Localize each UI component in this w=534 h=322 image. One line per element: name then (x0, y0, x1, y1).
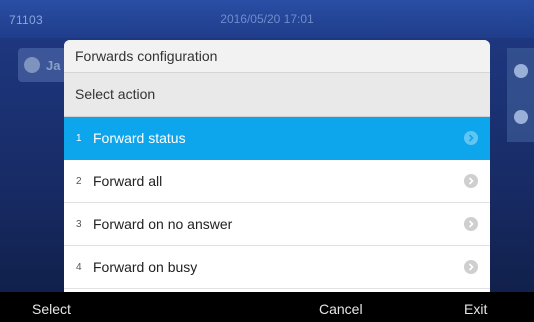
exit-softkey[interactable]: Exit (464, 301, 487, 317)
menu-item-label: Forward all (93, 173, 163, 189)
menu-item-forward-status[interactable]: 1 Forward status (64, 117, 490, 160)
menu-item-forward-on-busy[interactable]: 4 Forward on busy (64, 246, 490, 289)
menu-item-forward-on-no-answer[interactable]: 3 Forward on no answer (64, 203, 490, 246)
background-line-label: Ja (46, 58, 61, 73)
menu-item-number: 3 (76, 219, 82, 230)
background-side-keys (507, 48, 534, 142)
menu-item-forward-all[interactable]: 2 Forward all (64, 160, 490, 203)
menu-item-number: 4 (76, 262, 82, 273)
menu-item-label: Forward on busy (93, 259, 198, 275)
action-menu: 1 Forward status 2 Forward all 3 Forward… (64, 117, 490, 289)
cancel-softkey[interactable]: Cancel (319, 301, 363, 317)
chevron-right-icon (464, 260, 478, 274)
phone-icon (24, 57, 40, 73)
menu-item-number: 2 (76, 176, 82, 187)
menu-item-label: Forward on no answer (93, 216, 233, 232)
phone-icon (514, 64, 528, 78)
dialog-subtitle-bar: Select action (64, 73, 490, 117)
status-bar: 71103 2016/05/20 17:01 (0, 0, 534, 38)
clock-icon (514, 110, 528, 124)
phone-screen: 71103 2016/05/20 17:01 Ja Forwards confi… (0, 0, 534, 322)
chevron-right-icon (464, 174, 478, 188)
dialog-title-bar: Forwards configuration (64, 40, 490, 73)
chevron-right-icon (464, 131, 478, 145)
softkey-bar: Select Cancel Exit (0, 292, 534, 322)
chevron-right-icon (464, 217, 478, 231)
dialog-subtitle: Select action (75, 86, 156, 102)
menu-item-number: 1 (76, 133, 82, 144)
select-softkey[interactable]: Select (32, 301, 71, 317)
forwards-configuration-dialog: Forwards configuration Select action 1 F… (64, 40, 490, 292)
date-time: 2016/05/20 17:01 (220, 12, 314, 26)
dialog-title: Forwards configuration (75, 48, 218, 64)
menu-item-label: Forward status (93, 130, 186, 146)
